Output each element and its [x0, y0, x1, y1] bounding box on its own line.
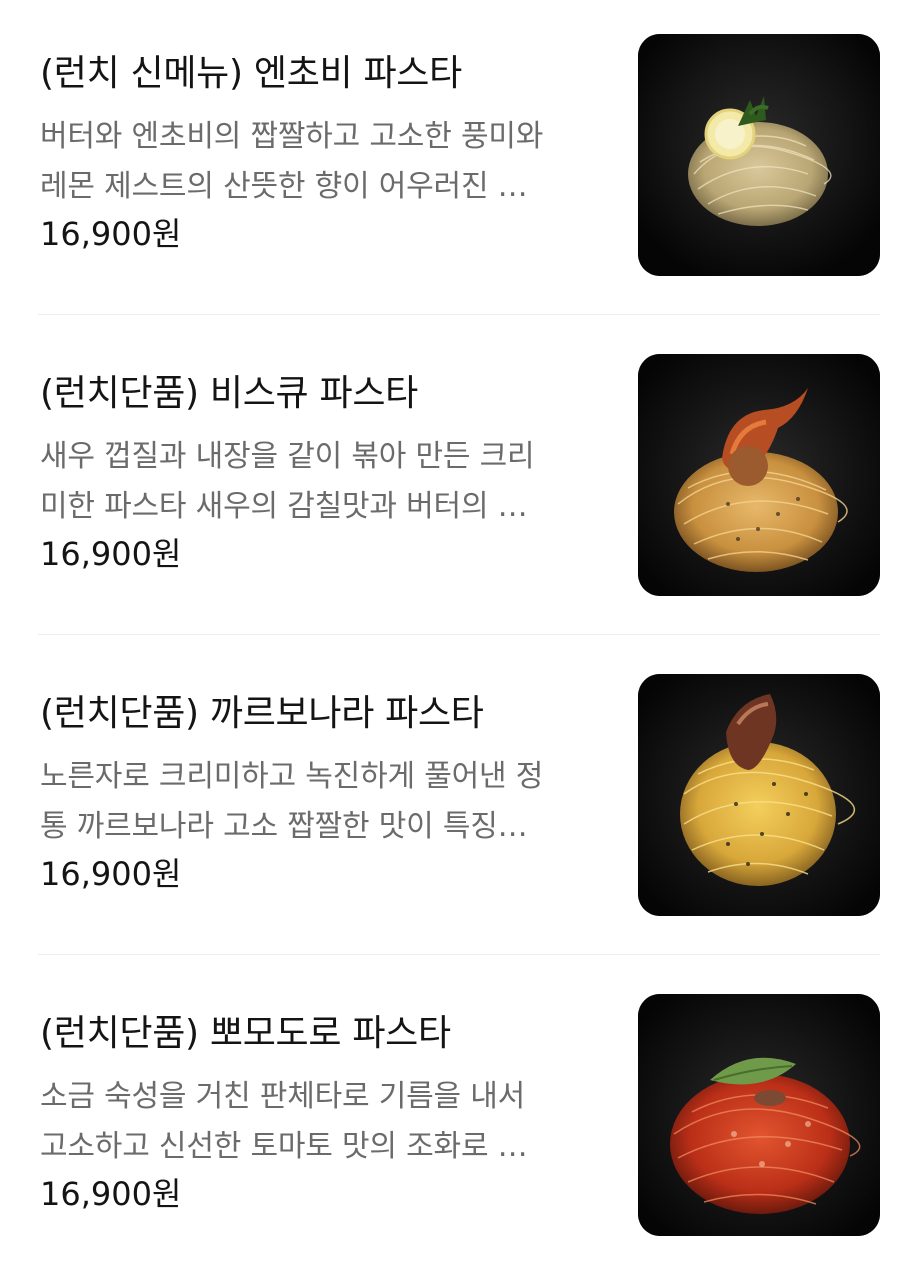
menu-item-title: (런치 신메뉴) 엔초비 파스타: [40, 53, 462, 94]
menu-item-description: 버터와 엔초비의 짭짤하고 고소한 풍미와 레몬 제스트의 산뜻한 향이 어우러…: [40, 112, 610, 212]
divider: [38, 634, 880, 635]
menu-list: (런치 신메뉴) 엔초비 파스타 버터와 엔초비의 짭짤하고 고소한 풍미와 레…: [0, 0, 900, 1266]
menu-item-description-line: 통 까르보나라 고소 짭짤한 맛이 특징…: [40, 809, 528, 844]
bisque-pasta-photo[interactable]: [638, 354, 880, 596]
menu-item-anchovy-pasta[interactable]: (런치 신메뉴) 엔초비 파스타 버터와 엔초비의 짭짤하고 고소한 풍미와 레…: [0, 0, 900, 320]
menu-item-title: (런치단품) 비스큐 파스타: [40, 373, 418, 414]
divider: [38, 954, 880, 955]
menu-item-price: 16,900원: [40, 1175, 182, 1213]
menu-item-description-line: 고소하고 신선한 토마토 맛의 조화로 …: [40, 1129, 528, 1164]
menu-item-price: 16,900원: [40, 855, 182, 893]
bisque-pasta-image: [638, 354, 880, 596]
anchovy-pasta-image: [638, 34, 880, 276]
menu-item-pomodoro-pasta[interactable]: (런치단품) 뽀모도로 파스타 소금 숙성을 거친 판체타로 기름을 내서 고소…: [0, 960, 900, 1280]
menu-item-title: (런치단품) 까르보나라 파스타: [40, 693, 484, 734]
menu-item-price: 16,900원: [40, 535, 182, 573]
carbonara-pasta-image: [638, 674, 880, 916]
menu-item-description: 소금 숙성을 거친 판체타로 기름을 내서 고소하고 신선한 토마토 맛의 조화…: [40, 1072, 610, 1172]
menu-item-description-line: 노른자로 크리미하고 녹진하게 풀어낸 정: [40, 759, 544, 794]
carbonara-pasta-photo[interactable]: [638, 674, 880, 916]
menu-item-description: 새우 껍질과 내장을 같이 볶아 만든 크리 미한 파스타 새우의 감칠맛과 버…: [40, 432, 610, 532]
divider: [38, 314, 880, 315]
menu-item-description-line: 레몬 제스트의 산뜻한 향이 어우러진 …: [40, 169, 528, 204]
menu-item-description: 노른자로 크리미하고 녹진하게 풀어낸 정 통 까르보나라 고소 짭짤한 맛이 …: [40, 752, 610, 852]
anchovy-pasta-photo[interactable]: [638, 34, 880, 276]
menu-item-bisque-pasta[interactable]: (런치단품) 비스큐 파스타 새우 껍질과 내장을 같이 볶아 만든 크리 미한…: [0, 320, 900, 640]
menu-item-description-line: 소금 숙성을 거친 판체타로 기름을 내서: [40, 1079, 526, 1114]
menu-item-price: 16,900원: [40, 215, 182, 253]
menu-item-description-line: 버터와 엔초비의 짭짤하고 고소한 풍미와: [40, 119, 544, 154]
menu-item-title: (런치단품) 뽀모도로 파스타: [40, 1013, 451, 1054]
pomodoro-pasta-photo[interactable]: [638, 994, 880, 1236]
menu-item-carbonara-pasta[interactable]: (런치단품) 까르보나라 파스타 노른자로 크리미하고 녹진하게 풀어낸 정 통…: [0, 640, 900, 960]
pomodoro-pasta-image: [638, 994, 880, 1236]
menu-item-description-line: 미한 파스타 새우의 감칠맛과 버터의 …: [40, 489, 528, 524]
menu-item-description-line: 새우 껍질과 내장을 같이 볶아 만든 크리: [40, 439, 535, 474]
